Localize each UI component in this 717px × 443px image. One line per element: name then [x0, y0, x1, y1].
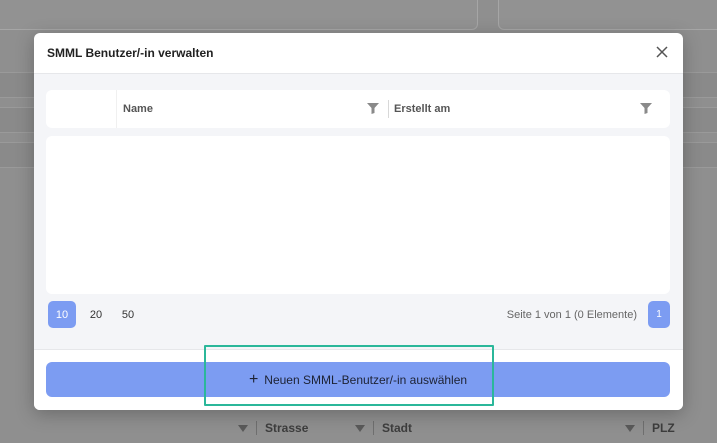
background-column-label: PLZ — [652, 421, 675, 435]
filter-icon[interactable] — [640, 103, 652, 114]
background-field — [0, 0, 478, 30]
filter-icon — [355, 424, 365, 432]
column-label: Name — [123, 103, 153, 115]
background-grid-header: Strasse Stadt PLZ — [0, 413, 717, 443]
grid-body-empty — [46, 136, 670, 294]
dialog-title: SMML Benutzer/-in verwalten — [47, 46, 214, 60]
background-column-plz: PLZ — [625, 421, 675, 435]
filter-icon — [238, 424, 248, 432]
background-column-strasse: Strasse — [238, 421, 308, 435]
background-column-label: Strasse — [265, 421, 309, 435]
column-header-name[interactable]: Name — [116, 90, 388, 128]
column-label: Erstellt am — [394, 103, 451, 115]
filter-icon — [625, 424, 635, 432]
page-size-20[interactable]: 20 — [82, 301, 110, 328]
background-column-label: Stadt — [382, 421, 412, 435]
page-size-10[interactable]: 10 — [48, 301, 76, 328]
page-button-current[interactable]: 1 — [648, 301, 670, 328]
filter-icon[interactable] — [367, 103, 379, 114]
column-divider — [388, 100, 389, 118]
background-column-stadt: Stadt — [355, 421, 412, 435]
column-header-created[interactable]: Erstellt am — [388, 90, 670, 128]
manage-users-dialog: SMML Benutzer/-in verwalten Name Erstell… — [34, 33, 683, 410]
background-field — [498, 0, 717, 30]
pager: 10 20 50 Seite 1 von 1 (0 Elemente) 1 — [46, 301, 670, 329]
dialog-header: SMML Benutzer/-in verwalten — [34, 33, 683, 73]
add-user-button[interactable]: + Neuen SMML-Benutzer/-in auswählen — [46, 362, 670, 397]
dialog-footer: + Neuen SMML-Benutzer/-in auswählen — [34, 349, 683, 410]
plus-icon: + — [248, 370, 259, 388]
page-info: Seite 1 von 1 (0 Elemente) — [506, 308, 637, 321]
page-size-50[interactable]: 50 — [114, 301, 142, 328]
close-icon — [656, 46, 668, 58]
dialog-body: Name Erstellt am 10 20 50 Seite 1 von 1 … — [34, 73, 683, 349]
grid-header: Name Erstellt am — [46, 90, 670, 128]
close-button[interactable] — [653, 43, 671, 61]
add-user-label: Neuen SMML-Benutzer/-in auswählen — [264, 372, 468, 387]
